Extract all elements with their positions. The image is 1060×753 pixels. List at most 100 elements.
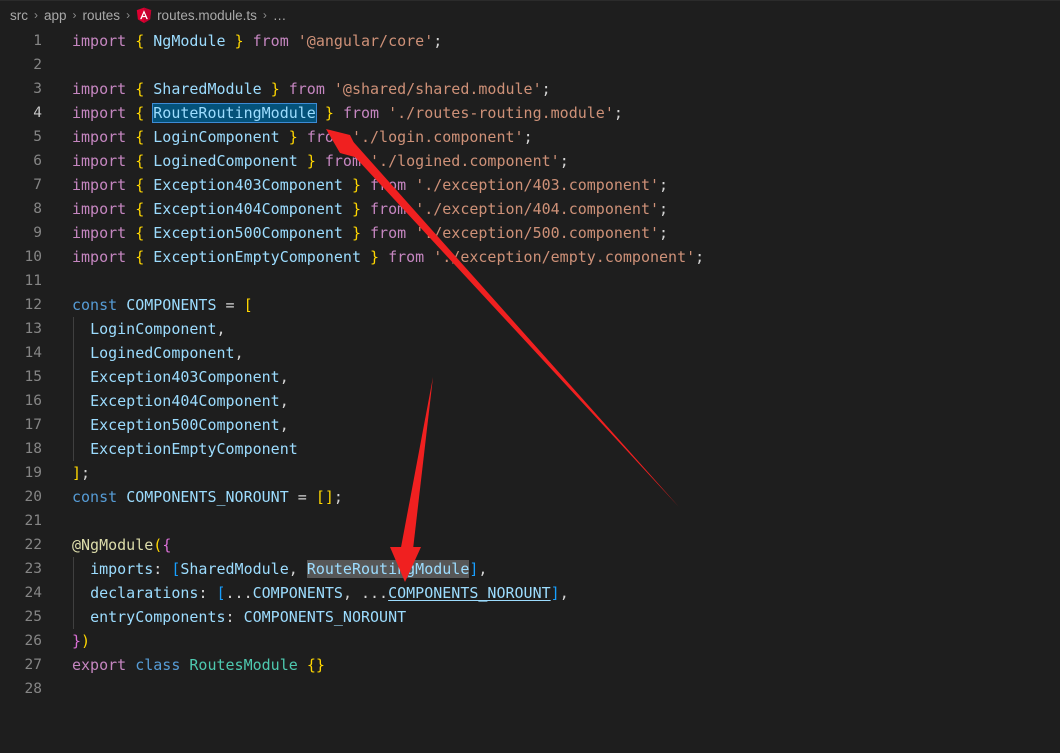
line-content[interactable]: export class RoutesModule {}	[72, 653, 325, 677]
code-line-9[interactable]: 9 import { Exception500Component } from '…	[0, 221, 1060, 245]
line-content[interactable]: import { Exception404Component } from '.…	[72, 197, 668, 221]
code-token: import	[72, 104, 127, 122]
code-line-21[interactable]: 21	[0, 509, 1060, 533]
code-token: ,	[216, 320, 226, 338]
code-token: }	[351, 200, 361, 218]
line-content[interactable]: ExceptionEmptyComponent	[72, 437, 298, 461]
code-token: from	[370, 224, 407, 242]
code-line-4[interactable]: 4 import { RouteRoutingModule } from './r…	[0, 101, 1060, 125]
line-content[interactable]: Exception404Component,	[72, 389, 289, 413]
line-content[interactable]: @NgModule({	[72, 533, 171, 557]
highlighted-token[interactable]: RouteRoutingModule	[306, 560, 470, 578]
line-content[interactable]: import { RouteRoutingModule } from './ro…	[72, 101, 623, 125]
code-line-15[interactable]: 15 Exception403Component,	[0, 365, 1060, 389]
code-line-26[interactable]: 26})	[0, 629, 1060, 653]
line-number: 23	[24, 561, 42, 577]
code-token: ;	[659, 200, 669, 218]
code-token: ;	[559, 152, 569, 170]
code-line-18[interactable]: 18 ExceptionEmptyComponent	[0, 437, 1060, 461]
line-number: 1	[33, 33, 42, 49]
code-line-7[interactable]: 7 import { Exception403Component } from '…	[0, 173, 1060, 197]
code-line-16[interactable]: 16 Exception404Component,	[0, 389, 1060, 413]
code-line-6[interactable]: 6 import { LoginedComponent } from './log…	[0, 149, 1060, 173]
breadcrumb-item-file[interactable]: routes.module.ts	[136, 7, 257, 24]
line-content[interactable]: Exception403Component,	[72, 365, 289, 389]
line-content[interactable]: import { LoginComponent } from './login.…	[72, 125, 533, 149]
line-content[interactable]: import { SharedModule } from '@shared/sh…	[72, 77, 551, 101]
code-token: SharedModule	[180, 560, 289, 578]
line-content[interactable]: declarations: [...COMPONENTS, ...COMPONE…	[72, 581, 569, 605]
line-content[interactable]: import { Exception403Component } from '.…	[72, 173, 668, 197]
selected-token[interactable]: RouteRoutingModule	[152, 103, 317, 123]
line-content[interactable]: ];	[72, 461, 90, 485]
line-content[interactable]: import { LoginedComponent } from './logi…	[72, 149, 569, 173]
line-content[interactable]: LoginComponent,	[72, 317, 226, 341]
breadcrumb-item-src[interactable]: src	[10, 8, 28, 23]
code-line-8[interactable]: 8 import { Exception404Component } from '…	[0, 197, 1060, 221]
breadcrumb-item-app[interactable]: app	[44, 8, 67, 23]
code-line-28[interactable]: 28	[0, 677, 1060, 701]
code-line-23[interactable]: 23 imports: [SharedModule, RouteRoutingM…	[0, 557, 1060, 581]
code-token: entryComponents	[90, 608, 226, 626]
code-line-10[interactable]: 10 import { ExceptionEmptyComponent } fro…	[0, 245, 1060, 269]
code-token: from	[388, 248, 425, 266]
breadcrumb-separator: ›	[126, 8, 131, 22]
code-token: import	[72, 248, 127, 266]
code-line-13[interactable]: 13 LoginComponent,	[0, 317, 1060, 341]
code-token: ;	[695, 248, 705, 266]
code-token: NgModule	[153, 32, 226, 50]
code-token: {	[162, 536, 172, 554]
code-line-20[interactable]: 20 const COMPONENTS_NOROUNT = [];	[0, 485, 1060, 509]
code-line-3[interactable]: 3 import { SharedModule } from '@shared/s…	[0, 77, 1060, 101]
code-token: COMPONENTS	[126, 296, 217, 314]
code-line-1[interactable]: 1 import { NgModule } from '@angular/core…	[0, 29, 1060, 53]
code-token: ;	[333, 488, 343, 506]
code-line-17[interactable]: 17 Exception500Component,	[0, 413, 1060, 437]
code-token: LoginedComponent	[90, 344, 235, 362]
code-line-12[interactable]: 12 const COMPONENTS = [	[0, 293, 1060, 317]
line-content[interactable]: LoginedComponent,	[72, 341, 244, 365]
symbol-link[interactable]: COMPONENTS_NOROUNT	[388, 584, 551, 602]
code-line-5[interactable]: 5 import { LoginComponent } from './login…	[0, 125, 1060, 149]
line-content[interactable]: import { ExceptionEmptyComponent } from …	[72, 245, 704, 269]
code-line-11[interactable]: 11	[0, 269, 1060, 293]
code-token: }	[288, 128, 298, 146]
code-line-2[interactable]: 2	[0, 53, 1060, 77]
code-editor[interactable]: 1 import { NgModule } from '@angular/core…	[0, 29, 1060, 753]
line-content[interactable]: imports: [SharedModule, RouteRoutingModu…	[72, 557, 487, 581]
breadcrumb-item-routes[interactable]: routes	[83, 8, 121, 23]
line-number: 14	[24, 345, 42, 361]
line-content[interactable]: const COMPONENTS = [	[72, 293, 253, 317]
code-line-27[interactable]: 27 export class RoutesModule {}	[0, 653, 1060, 677]
line-content[interactable]: entryComponents: COMPONENTS_NOROUNT	[72, 605, 406, 629]
line-number: 5	[33, 129, 42, 145]
code-line-14[interactable]: 14 LoginedComponent,	[0, 341, 1060, 365]
line-number: 26	[24, 633, 42, 649]
breadcrumb-item-symbols[interactable]: …	[273, 8, 287, 23]
line-content[interactable]: import { NgModule } from '@angular/core'…	[72, 29, 442, 53]
code-line-25[interactable]: 25 entryComponents: COMPONENTS_NOROUNT	[0, 605, 1060, 629]
code-token: Exception403Component	[90, 368, 280, 386]
code-line-19[interactable]: 19];	[0, 461, 1060, 485]
line-content[interactable]: })	[72, 629, 90, 653]
line-content[interactable]: import { Exception500Component } from '.…	[72, 221, 668, 245]
line-content[interactable]: const COMPONENTS_NOROUNT = [];	[72, 485, 343, 509]
code-line-22[interactable]: 22 @NgModule({	[0, 533, 1060, 557]
line-content[interactable]: Exception500Component,	[72, 413, 289, 437]
code-line-24[interactable]: 24 declarations: [...COMPONENTS, ...COMP…	[0, 581, 1060, 605]
